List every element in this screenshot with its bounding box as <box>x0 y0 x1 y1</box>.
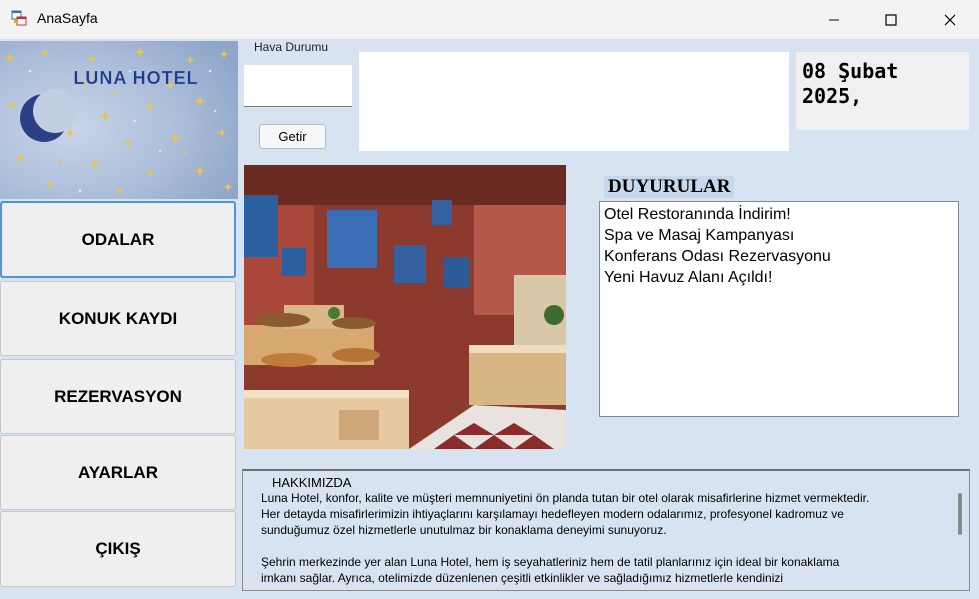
weather-label: Hava Durumu <box>254 40 329 54</box>
nav-button-label: ODALAR <box>81 229 155 249</box>
date-line-1: 08 Şubat <box>802 59 899 83</box>
maximize-icon <box>885 13 897 26</box>
hotel-logo: LUNA HOTEL <box>0 41 238 199</box>
window-app-icon <box>11 10 27 26</box>
nav-button-rezervasyon[interactable]: REZERVASYON <box>0 359 236 434</box>
title-bar: AnaSayfa <box>0 0 979 39</box>
announcements-title: DUYURULAR <box>604 176 735 198</box>
announcement-item[interactable]: Yeni Havuz Alanı Açıldı! <box>604 267 954 288</box>
nav-button-label: AYARLAR <box>78 462 158 482</box>
hotel-restaurant-image <box>244 165 566 449</box>
minimize-icon <box>829 19 839 20</box>
logo-text: LUNA HOTEL <box>73 68 198 88</box>
nav-button-odalar[interactable]: ODALAR <box>0 201 236 278</box>
about-paragraph-2: Şehrin merkezinde yer alan Luna Hotel, h… <box>261 555 840 585</box>
about-paragraph-1: Luna Hotel, konfor, kalite ve müşteri me… <box>261 491 870 537</box>
date-panel: 08 Şubat 2025, <box>796 52 969 130</box>
close-button[interactable] <box>921 0 979 39</box>
weather-result-box <box>359 52 789 151</box>
close-icon <box>944 14 956 25</box>
date-line-2: 2025, <box>802 84 863 108</box>
nav-button-label: REZERVASYON <box>54 386 182 406</box>
about-us-text: Luna Hotel, konfor, kalite ve müşteri me… <box>261 490 951 586</box>
nav-button-ayarlar[interactable]: AYARLAR <box>0 435 236 510</box>
weather-city-input[interactable] <box>244 65 352 107</box>
about-scrollbar[interactable] <box>955 479 965 589</box>
nav-button-konuk-kaydi[interactable]: KONUK KAYDI <box>0 281 236 356</box>
scrollbar-thumb[interactable] <box>958 493 962 535</box>
date-label: 08 Şubat 2025, <box>802 59 967 109</box>
window-title: AnaSayfa <box>37 10 98 26</box>
about-us-textbox[interactable]: HAKKIMIZDA Luna Hotel, konfor, kalite ve… <box>242 469 970 591</box>
announcement-item[interactable]: Spa ve Masaj Kampanyası <box>604 225 954 246</box>
nav-button-label: ÇIKIŞ <box>95 539 141 558</box>
nav-button-label: KONUK KAYDI <box>58 308 178 328</box>
announcements-list[interactable]: Otel Restoranında İndirim! Spa ve Masaj … <box>599 201 959 417</box>
about-us-title: HAKKIMIZDA <box>272 475 352 490</box>
minimize-button[interactable] <box>805 0 863 39</box>
announcement-item[interactable]: Otel Restoranında İndirim! <box>604 204 954 225</box>
get-weather-button[interactable]: Getir <box>259 124 326 149</box>
main-client-area: LUNA HOTEL ODALAR KONUK KAYDI REZERVASYO… <box>0 39 979 599</box>
maximize-button[interactable] <box>862 0 920 39</box>
announcement-item[interactable]: Konferans Odası Rezervasyonu <box>604 246 954 267</box>
nav-button-cikis[interactable]: ÇIKIŞ <box>0 511 236 587</box>
